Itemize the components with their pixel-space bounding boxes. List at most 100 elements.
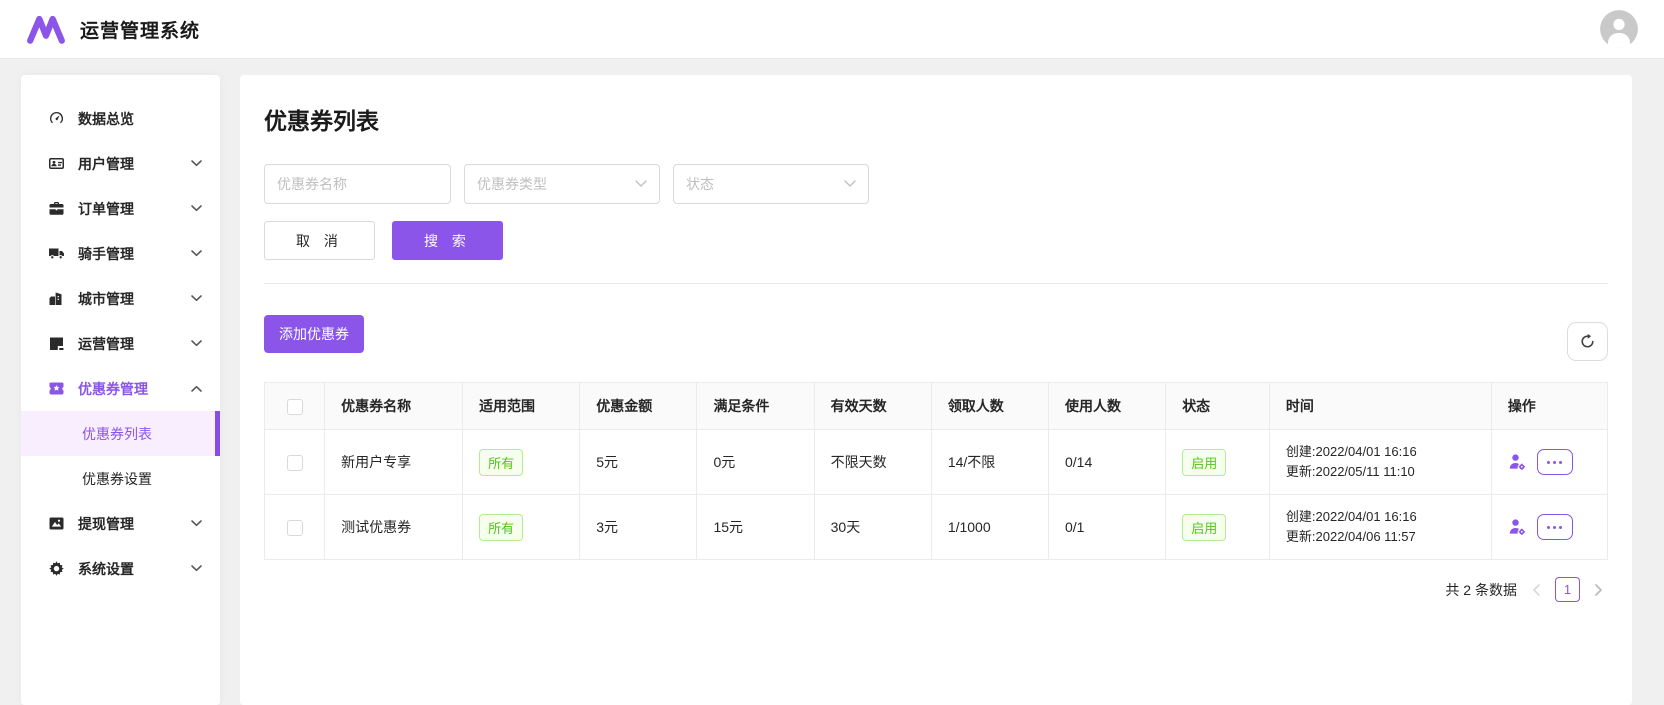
chevron-down-icon [844, 180, 856, 188]
users-icon [47, 155, 65, 173]
coupon-claimed: 1/1000 [930, 494, 1050, 560]
sidebar-item-coupon-management[interactable]: 优惠券管理 [21, 366, 220, 411]
coupon-condition: 0元 [696, 429, 815, 495]
column-header: 有效天数 [813, 382, 932, 430]
more-actions-button[interactable] [1536, 449, 1573, 475]
column-header: 领取人数 [930, 382, 1050, 430]
status-badge: 启用 [1182, 448, 1227, 476]
page-title: 优惠券列表 [264, 108, 379, 134]
select-all-checkbox[interactable] [286, 398, 303, 415]
cancel-button[interactable]: 取 消 [264, 221, 375, 260]
image-icon [47, 515, 65, 533]
coupon-used: 0/14 [1047, 429, 1167, 495]
row-checkbox[interactable] [286, 519, 303, 536]
user-avatar[interactable] [1600, 10, 1638, 48]
updated-time: 更新:2022/05/11 11:10 [1285, 464, 1415, 479]
table-row: 测试优惠券 所有 3元 15元 30天 1/1000 0/1 启用 创建:202… [263, 494, 1609, 560]
dashboard-icon [47, 110, 65, 128]
truck-icon [47, 245, 65, 263]
status-badge: 启用 [1182, 513, 1227, 541]
coupon-ticket-icon [47, 380, 65, 398]
coupon-claimed: 14/不限 [930, 429, 1050, 495]
user-settings-action-icon[interactable] [1508, 518, 1528, 536]
coupon-name: 测试优惠券 [324, 494, 464, 560]
coupon-amount: 3元 [579, 494, 698, 560]
table-row: 新用户专享 所有 5元 0元 不限天数 14/不限 0/14 启用 创建:202… [263, 429, 1609, 495]
pagination-total: 共 2 条数据 [1445, 581, 1517, 598]
column-header: 操作 [1490, 382, 1609, 430]
table-toolbar: 添加优惠券 [264, 307, 1608, 361]
refresh-icon [1579, 333, 1596, 350]
coupon-used: 0/1 [1047, 494, 1167, 560]
app-logo-icon [26, 12, 66, 46]
created-time: 创建:2022/04/01 16:16 [1285, 443, 1417, 459]
orders-icon [47, 200, 65, 218]
column-header: 满足条件 [696, 382, 815, 430]
status-select-value: 状态 [686, 176, 714, 192]
updated-time: 更新:2022/04/06 11:57 [1285, 529, 1416, 544]
sidebar-subitem-coupon-list[interactable]: 优惠券列表 [21, 411, 220, 456]
chevron-down-icon [191, 520, 202, 527]
chevron-down-icon [191, 565, 202, 572]
sidebar-item-city-management[interactable]: 城市管理 [21, 276, 220, 321]
pagination: 共 2 条数据 1 [264, 577, 1608, 602]
coupon-name: 新用户专享 [324, 429, 464, 495]
search-button[interactable]: 搜 索 [392, 221, 503, 260]
column-header: 状态 [1165, 382, 1270, 430]
filter-row: 优惠券类型 状态 [264, 164, 1608, 204]
sidebar-item-withdrawal-management[interactable]: 提现管理 [21, 501, 220, 546]
gear-icon [47, 560, 65, 578]
sidebar-subitem-label: 优惠券列表 [82, 425, 152, 442]
sidebar-item-system-settings[interactable]: 系统设置 [21, 546, 220, 591]
coupon-type-select[interactable]: 优惠券类型 [464, 164, 660, 204]
sidebar-item-label: 骑手管理 [78, 245, 134, 262]
status-select[interactable]: 状态 [673, 164, 869, 204]
storefront-icon [47, 335, 65, 353]
coupon-valid-days: 不限天数 [813, 429, 932, 495]
app-header: 运营管理系统 [0, 0, 1664, 59]
sidebar-item-rider-management[interactable]: 骑手管理 [21, 231, 220, 276]
column-header: 优惠券名称 [324, 382, 464, 430]
coupon-name-input[interactable] [264, 164, 451, 204]
chevron-down-icon [191, 295, 202, 302]
column-header: 时间 [1268, 382, 1492, 430]
sidebar-item-data-overview[interactable]: 数据总览 [21, 96, 220, 141]
chevron-down-icon [191, 250, 202, 257]
scope-badge: 所有 [479, 513, 524, 541]
add-coupon-button[interactable]: 添加优惠券 [264, 315, 364, 353]
sidebar-item-label: 系统设置 [78, 560, 134, 577]
section-divider [264, 283, 1608, 284]
sidebar-item-order-management[interactable]: 订单管理 [21, 186, 220, 231]
refresh-button[interactable] [1567, 322, 1608, 361]
filter-buttons: 取 消 搜 索 [264, 221, 1608, 260]
sidebar-item-label: 提现管理 [78, 515, 134, 532]
column-header: 优惠金额 [579, 382, 698, 430]
sidebar-subitem-coupon-settings[interactable]: 优惠券设置 [21, 456, 220, 501]
row-checkbox[interactable] [286, 454, 303, 471]
sidebar-item-label: 城市管理 [78, 290, 134, 307]
next-page-button[interactable] [1590, 578, 1608, 602]
coupon-table: 优惠券名称 适用范围 优惠金额 满足条件 有效天数 领取人数 使用人数 状态 时… [263, 382, 1609, 560]
coupon-valid-days: 30天 [813, 494, 932, 560]
sidebar-item-label: 数据总览 [78, 110, 134, 127]
app-title: 运营管理系统 [80, 20, 201, 42]
sidebar-item-operations-management[interactable]: 运营管理 [21, 321, 220, 366]
column-header: 适用范围 [462, 382, 581, 430]
sidebar: 数据总览 用户管理 订单管理 骑手管理 城市管理 运营管理 优惠券管理 优惠券列… [21, 75, 220, 705]
sidebar-item-label: 订单管理 [78, 200, 134, 217]
user-settings-action-icon[interactable] [1508, 453, 1528, 471]
coupon-amount: 5元 [579, 429, 698, 495]
more-actions-button[interactable] [1536, 514, 1573, 540]
prev-page-button[interactable] [1527, 578, 1545, 602]
sidebar-subitem-label: 优惠券设置 [82, 470, 152, 487]
chevron-down-icon [191, 340, 202, 347]
sidebar-item-user-management[interactable]: 用户管理 [21, 141, 220, 186]
building-icon [47, 290, 65, 308]
coupon-type-select-value: 优惠券类型 [477, 176, 547, 192]
page-number-1[interactable]: 1 [1555, 577, 1580, 602]
column-header: 使用人数 [1047, 382, 1167, 430]
chevron-up-icon [191, 385, 202, 392]
sidebar-item-label: 运营管理 [78, 335, 134, 352]
scope-badge: 所有 [479, 448, 524, 476]
sidebar-item-label: 优惠券管理 [78, 380, 148, 397]
